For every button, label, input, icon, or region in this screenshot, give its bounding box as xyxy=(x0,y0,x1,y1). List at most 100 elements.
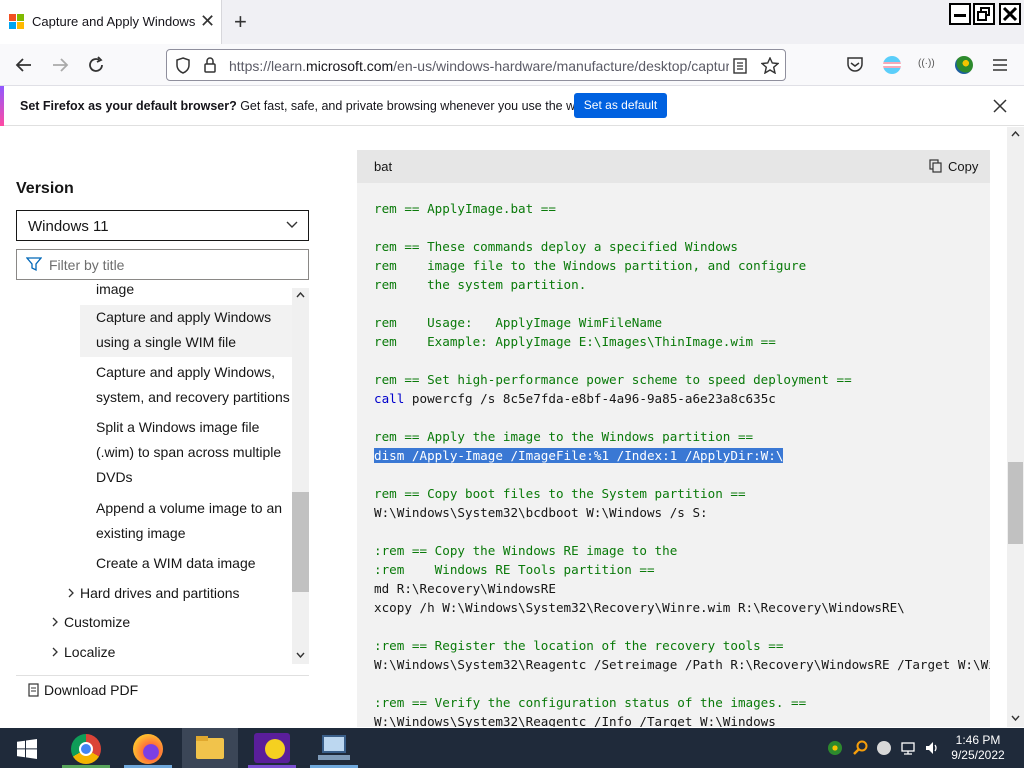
system-clock[interactable]: 1:46 PM 9/25/2022 xyxy=(948,733,1008,763)
close-notification-icon[interactable] xyxy=(993,99,1007,113)
download-pdf-link[interactable]: Download PDF xyxy=(16,675,309,705)
toc-item-append-volume[interactable]: Append a volume image to an existing ima… xyxy=(96,496,282,546)
bookmark-star-icon[interactable] xyxy=(761,57,779,74)
taskbar-remote-desktop[interactable] xyxy=(306,728,362,768)
toc-item-label: using a single WIM file xyxy=(96,334,237,350)
code-text: :rem == Register the location of the rec… xyxy=(374,638,784,653)
scroll-down-icon[interactable] xyxy=(296,652,305,658)
toc-item-hard-drives[interactable]: Hard drives and partitions xyxy=(80,581,240,606)
toc-scrollbar[interactable] xyxy=(292,288,309,664)
download-pdf-label: Download PDF xyxy=(44,682,139,698)
notification-message: Set Firefox as your default browser? Get… xyxy=(20,99,593,113)
version-dropdown[interactable]: Windows 11 xyxy=(16,210,309,241)
page-scrollbar[interactable] xyxy=(1007,127,1024,727)
code-text: rem Usage: ApplyImage WimFileName xyxy=(374,315,663,330)
url-text[interactable]: https://learn.microsoft.com/en-us/window… xyxy=(229,58,729,74)
toc-item-label: system, and recovery partitions xyxy=(96,389,290,405)
shield-icon[interactable] xyxy=(175,57,191,74)
extension-icon[interactable]: ((·)) xyxy=(918,58,935,69)
extension-flag-icon[interactable] xyxy=(883,56,901,74)
code-text: xcopy /h W:\Windows\System32\Recovery\Wi… xyxy=(374,600,905,615)
code-text: :rem Windows RE Tools partition == xyxy=(374,562,655,577)
filter-placeholder: Filter by title xyxy=(49,257,125,273)
code-line: :rem == Copy the Windows RE image to the xyxy=(374,541,677,560)
code-line: rem == Apply the image to the Windows pa… xyxy=(374,427,753,446)
close-icon xyxy=(1002,6,1018,22)
scroll-up-icon[interactable] xyxy=(1011,131,1020,137)
windows-start-icon[interactable] xyxy=(17,739,37,759)
code-line: rem Usage: ApplyImage WimFileName xyxy=(374,313,662,332)
page-scrollbar-thumb[interactable] xyxy=(1008,462,1023,544)
browser-tab-active[interactable]: Capture and Apply Windows using a single… xyxy=(0,0,222,44)
copy-button[interactable]: Copy xyxy=(948,159,978,174)
clock-date: 9/25/2022 xyxy=(951,748,1005,762)
toc-item-capture-single-wim[interactable]: Capture and apply Windows using a single… xyxy=(80,305,292,357)
chevron-right-icon[interactable] xyxy=(51,647,59,657)
scroll-up-icon[interactable] xyxy=(296,292,305,298)
firefox-icon xyxy=(133,734,163,764)
toc-item-label: existing image xyxy=(96,525,186,541)
code-header: bat Copy xyxy=(357,150,990,183)
taskbar: 1:46 PM 9/25/2022 xyxy=(0,728,1024,768)
code-line: rem == Set high-performance power scheme… xyxy=(374,370,852,389)
toc-item-customize[interactable]: Customize xyxy=(64,610,130,635)
filter-icon xyxy=(26,257,42,272)
code-line: rem == ApplyImage.bat == xyxy=(374,199,556,218)
menu-icon[interactable] xyxy=(992,58,1008,72)
toc-item-image[interactable]: image xyxy=(96,277,134,297)
reload-icon[interactable] xyxy=(87,56,105,74)
close-window-button[interactable] xyxy=(999,3,1021,25)
code-text: rem == These commands deploy a specified… xyxy=(374,239,738,254)
copy-icon[interactable] xyxy=(929,159,942,173)
chevron-right-icon[interactable] xyxy=(51,617,59,627)
code-text: rem image file to the Windows partition,… xyxy=(374,258,807,273)
new-tab-button[interactable]: + xyxy=(234,9,247,35)
minimize-button[interactable] xyxy=(949,3,971,25)
filter-input[interactable]: Filter by title xyxy=(16,249,309,280)
tray-search-icon[interactable] xyxy=(852,740,868,756)
code-line: md R:\Recovery\WindowsRE xyxy=(374,579,556,598)
tab-close-icon[interactable]: ✕ xyxy=(200,11,215,31)
taskbar-yahoo-messenger[interactable] xyxy=(244,728,300,768)
selected-code-text[interactable]: dism /Apply-Image /ImageFile:%1 /Index:1… xyxy=(374,448,784,463)
restore-button[interactable] xyxy=(973,3,995,25)
back-arrow-icon[interactable] xyxy=(15,57,33,73)
code-line: :rem == Register the location of the rec… xyxy=(374,636,783,655)
code-keyword: call xyxy=(374,391,405,406)
chevron-down-icon xyxy=(286,221,298,228)
toc-item-label: DVDs xyxy=(96,469,133,485)
code-text: rem == Copy boot files to the System par… xyxy=(374,486,746,501)
scroll-down-icon[interactable] xyxy=(1011,715,1020,721)
toc-item-localize[interactable]: Localize xyxy=(64,640,115,665)
pocket-icon[interactable] xyxy=(846,56,864,73)
toc-item-capture-partitions[interactable]: Capture and apply Windows, system, and r… xyxy=(96,360,290,410)
forward-arrow-icon[interactable] xyxy=(51,57,69,73)
tray-globe-icon[interactable] xyxy=(828,741,842,755)
tray-status-icon[interactable] xyxy=(877,741,891,755)
volume-icon[interactable] xyxy=(924,740,940,756)
code-line: :rem == Verify the configuration status … xyxy=(374,693,806,712)
reader-view-icon[interactable] xyxy=(733,58,747,74)
version-value: Windows 11 xyxy=(28,218,109,235)
toc-scrollbar-thumb[interactable] xyxy=(292,492,309,592)
taskbar-chrome[interactable] xyxy=(58,728,114,768)
url-bar[interactable]: https://learn.microsoft.com/en-us/window… xyxy=(166,49,786,81)
lock-icon[interactable] xyxy=(203,57,217,74)
code-text: rem == Set high-performance power scheme… xyxy=(374,372,852,387)
code-line: rem Example: ApplyImage E:\Images\ThinIm… xyxy=(374,332,776,351)
taskbar-file-explorer[interactable] xyxy=(182,728,238,768)
version-label: Version xyxy=(16,180,74,197)
toc-item-split-image[interactable]: Split a Windows image file (.wim) to spa… xyxy=(96,415,281,490)
taskbar-firefox[interactable] xyxy=(120,728,176,768)
toc-item-label: Append a volume image to an xyxy=(96,500,283,516)
globe-extension-icon[interactable] xyxy=(955,56,973,74)
folder-icon xyxy=(196,738,224,759)
toc-item-create-wim-data[interactable]: Create a WIM data image xyxy=(96,551,256,576)
set-as-default-button[interactable]: Set as default xyxy=(574,93,667,118)
chevron-right-icon[interactable] xyxy=(67,588,75,598)
navigation-toolbar: https://learn.microsoft.com/en-us/window… xyxy=(0,44,1024,86)
network-icon[interactable] xyxy=(900,740,916,756)
smiley-icon xyxy=(265,739,285,759)
code-line: rem image file to the Windows partition,… xyxy=(374,256,806,275)
code-line: W:\Windows\System32\Reagentc /Setreimage… xyxy=(374,655,990,674)
